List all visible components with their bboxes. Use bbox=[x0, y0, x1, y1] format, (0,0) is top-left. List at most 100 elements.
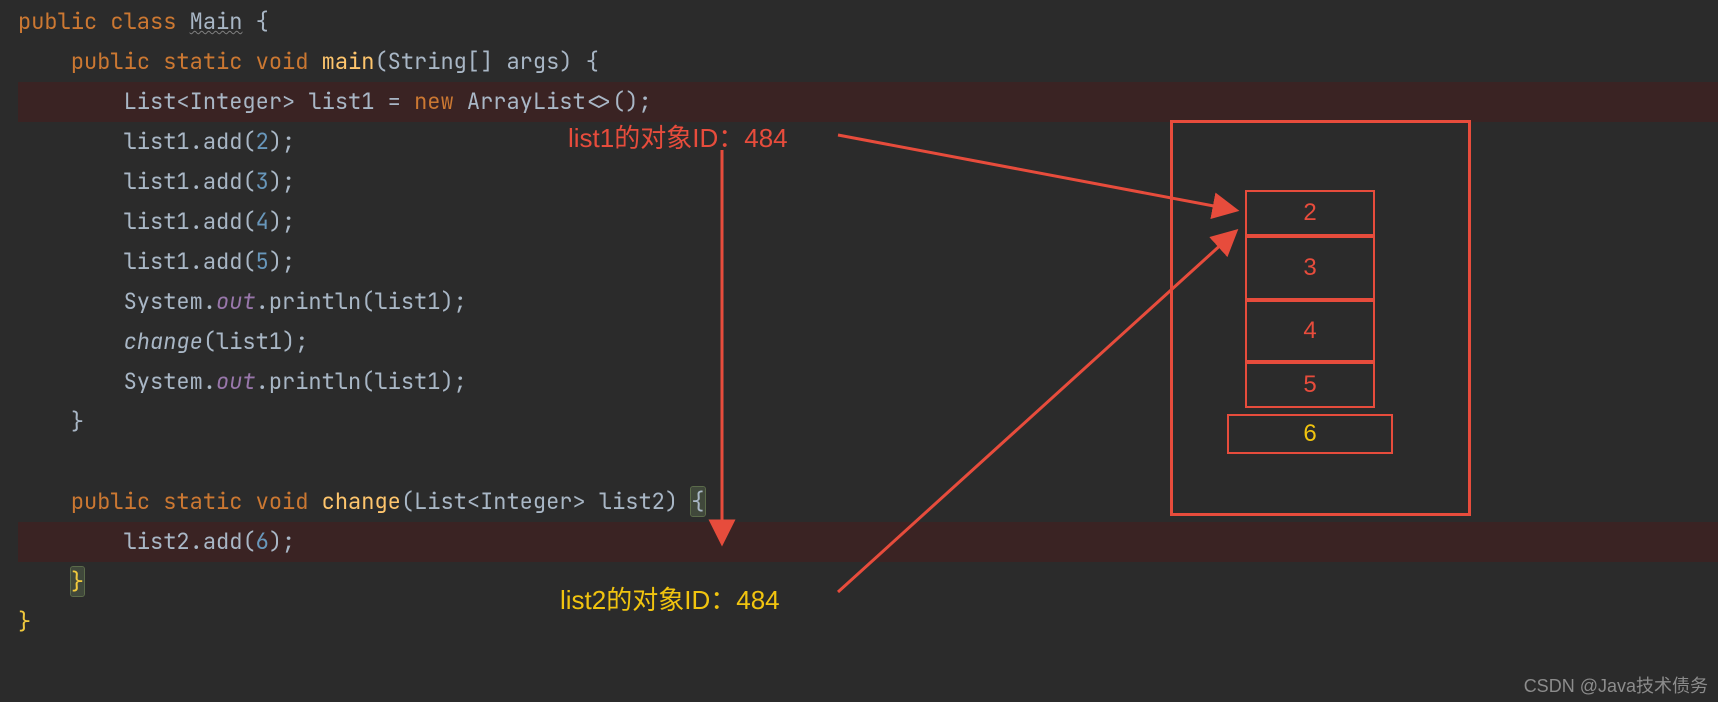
code-line: list1.add(3); bbox=[18, 162, 1718, 202]
var-list1: list1 bbox=[124, 127, 190, 156]
dot: . bbox=[256, 367, 269, 396]
code-line: System.out.println(list1); bbox=[18, 282, 1718, 322]
keyword-new: new bbox=[414, 87, 454, 116]
method-main: main bbox=[322, 47, 375, 76]
keyword-static: static bbox=[163, 47, 242, 76]
field-out: out bbox=[216, 287, 256, 316]
paren: ); bbox=[269, 247, 295, 276]
brackets: [] bbox=[467, 47, 507, 76]
number-literal: 5 bbox=[256, 247, 269, 276]
keyword-static: static bbox=[163, 487, 242, 516]
dot: . bbox=[190, 527, 203, 556]
class-System: System bbox=[124, 287, 203, 316]
method-println: println bbox=[269, 287, 361, 316]
code-line: } bbox=[18, 562, 1718, 602]
type-ArrayList: ArrayList bbox=[467, 87, 586, 116]
brace: { bbox=[256, 7, 269, 36]
dot: . bbox=[190, 167, 203, 196]
number-literal: 6 bbox=[256, 527, 269, 556]
watermark: CSDN @Java技术债务 bbox=[1524, 672, 1708, 698]
code-line: List<Integer> list1 = new ArrayList<>(); bbox=[18, 82, 1718, 122]
var-list1: list1 bbox=[308, 87, 374, 116]
class-name: Main bbox=[190, 7, 243, 36]
type-Integer: Integer bbox=[190, 87, 282, 116]
keyword-public: public bbox=[18, 7, 97, 36]
type-String: String bbox=[388, 47, 467, 76]
paren: ); bbox=[269, 207, 295, 236]
code-line: public class Main { bbox=[18, 2, 1718, 42]
type-List: List bbox=[124, 87, 177, 116]
var-list1: list1 bbox=[374, 287, 440, 316]
number-literal: 4 bbox=[256, 207, 269, 236]
method-add: add bbox=[203, 527, 243, 556]
method-add: add bbox=[203, 247, 243, 276]
class-System: System bbox=[124, 367, 203, 396]
paren: ( bbox=[203, 327, 216, 356]
paren: ( bbox=[242, 127, 255, 156]
var-list1: list1 bbox=[124, 207, 190, 236]
var-list1: list1 bbox=[216, 327, 282, 356]
number-literal: 3 bbox=[256, 167, 269, 196]
param-list2: list2 bbox=[599, 487, 665, 516]
type-List: List bbox=[414, 487, 467, 516]
number-literal: 2 bbox=[256, 127, 269, 156]
paren: ( bbox=[374, 47, 387, 76]
keyword-class: class bbox=[110, 7, 176, 36]
brace-highlight: } bbox=[71, 567, 84, 596]
code-line bbox=[18, 442, 1718, 482]
diamond: <>(); bbox=[586, 87, 652, 116]
paren: ( bbox=[401, 487, 414, 516]
code-line: System.out.println(list1); bbox=[18, 362, 1718, 402]
paren: ); bbox=[269, 527, 295, 556]
generic-close: > bbox=[572, 487, 585, 516]
keyword-void: void bbox=[256, 487, 309, 516]
code-line: } bbox=[18, 402, 1718, 442]
dot: . bbox=[190, 207, 203, 236]
code-line: } bbox=[18, 602, 1718, 642]
param-args: args bbox=[506, 47, 559, 76]
paren: ); bbox=[440, 367, 466, 396]
paren: ) bbox=[665, 487, 678, 516]
keyword-void: void bbox=[256, 47, 309, 76]
code-line: public static void main(String[] args) { bbox=[18, 42, 1718, 82]
paren: ); bbox=[269, 167, 295, 196]
method-change-call: change bbox=[124, 327, 203, 356]
paren: ( bbox=[242, 207, 255, 236]
paren: ( bbox=[242, 527, 255, 556]
code-line: list1.add(2); bbox=[18, 122, 1718, 162]
dot: . bbox=[190, 127, 203, 156]
equals: = bbox=[388, 87, 401, 116]
generic-close: > bbox=[282, 87, 295, 116]
code-line: list1.add(4); bbox=[18, 202, 1718, 242]
field-out: out bbox=[216, 367, 256, 396]
method-println: println bbox=[269, 367, 361, 396]
generic-open: < bbox=[467, 487, 480, 516]
method-add: add bbox=[203, 127, 243, 156]
paren: ) bbox=[559, 47, 572, 76]
brace: } bbox=[18, 607, 31, 636]
paren: ( bbox=[242, 167, 255, 196]
var-list1: list1 bbox=[124, 247, 190, 276]
code-editor[interactable]: public class Main { public static void m… bbox=[0, 0, 1718, 702]
method-change: change bbox=[322, 487, 401, 516]
paren: ( bbox=[361, 367, 374, 396]
keyword-public: public bbox=[71, 47, 150, 76]
dot: . bbox=[203, 367, 216, 396]
var-list2: list2 bbox=[124, 527, 190, 556]
keyword-public: public bbox=[71, 487, 150, 516]
code-line: list2.add(6); bbox=[18, 522, 1718, 562]
brace: } bbox=[71, 407, 84, 436]
brace-highlight: { bbox=[691, 487, 704, 516]
var-list1: list1 bbox=[124, 167, 190, 196]
paren: ); bbox=[282, 327, 308, 356]
type-Integer: Integer bbox=[480, 487, 572, 516]
method-add: add bbox=[203, 167, 243, 196]
generic-open: < bbox=[176, 87, 189, 116]
code-line: list1.add(5); bbox=[18, 242, 1718, 282]
code-line: change(list1); bbox=[18, 322, 1718, 362]
brace: { bbox=[586, 47, 599, 76]
paren: ); bbox=[440, 287, 466, 316]
dot: . bbox=[190, 247, 203, 276]
paren: ( bbox=[361, 287, 374, 316]
paren: ); bbox=[269, 127, 295, 156]
